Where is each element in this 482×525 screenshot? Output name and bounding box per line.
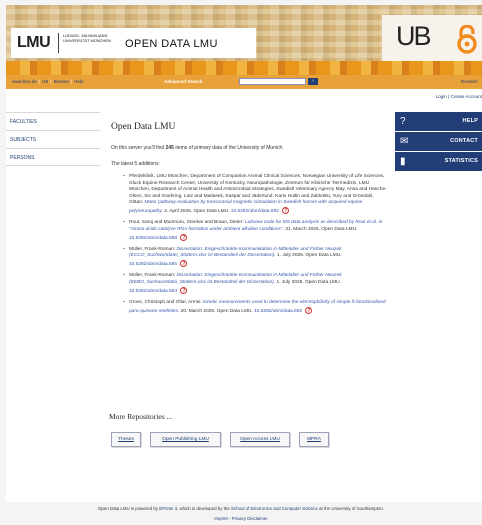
item-meta: 1. July 2025. Open Data LMU. [276, 280, 341, 286]
item-meta: 1. July 2025. Open Data LMU. [276, 253, 342, 259]
intro-suffix: items of primary data of the University … [173, 145, 284, 151]
sidebar-item-persons[interactable]: PERSONS [6, 148, 100, 166]
item-meta: 3. April 2025. Open Data LMU. [164, 208, 230, 214]
item-meta: 31. March 2025. Open Data LMU. [285, 226, 358, 232]
bullet: • [123, 220, 125, 226]
latest-items-list: • Pferdeklinik, LMU München, Department … [123, 174, 387, 320]
open-access-button[interactable]: Open Access LMU [230, 432, 290, 447]
privacy-link[interactable]: Privacy Disclaimer [232, 516, 268, 521]
sidebar-help-button[interactable]: ? HELP [395, 112, 482, 131]
create-account-link[interactable]: Create Account [451, 94, 482, 99]
footer-links: Imprint - Privacy Disclaimer [0, 516, 482, 521]
latest-label: The latest 5 additions: [111, 161, 160, 167]
right-sidebar: ? HELP ✉ CONTACT ▮ STATISTICS [395, 112, 482, 172]
imprint-link[interactable]: Imprint [214, 516, 227, 521]
help-icon: ? [400, 116, 406, 127]
more-repositories-title: More Repositories ... [109, 412, 173, 421]
help-label: HELP [462, 118, 478, 124]
item-authors: Rout, Saroj and Mumnuru, Sreekar and Bra… [129, 220, 244, 226]
search-button[interactable]: › [308, 78, 318, 85]
footer-middle: , which is developed by the [177, 506, 231, 511]
page: LMU Ludwig- Maximilians- Universität Mün… [6, 5, 482, 502]
theses-button[interactable]: Theses [111, 432, 141, 447]
lmu-logo-block[interactable]: LMU Ludwig- Maximilians- Universität Mün… [11, 28, 256, 58]
mpra-button[interactable]: MPRA [299, 432, 329, 447]
list-item: • Müller, Frank-Roman: Dissertation: Ein… [123, 273, 387, 295]
sidebar-item-subjects[interactable]: SUBJECTS [6, 130, 100, 148]
list-item: • Müller, Frank-Roman: Dissertation: Ein… [123, 246, 387, 269]
ub-logo[interactable]: UB [396, 21, 431, 52]
info-icon[interactable]: ? [180, 260, 188, 268]
sidebar-statistics-button[interactable]: ▮ STATISTICS [395, 152, 482, 171]
banner-orange-strip [6, 61, 482, 75]
contact-icon: ✉ [400, 136, 409, 147]
item-doi-link[interactable]: 10.5282/ubm/data.588 [129, 235, 177, 240]
footer-prefix: Open Data LMU is powered by [97, 506, 160, 511]
advanced-search-link[interactable]: Advanced Search [164, 79, 203, 84]
info-icon[interactable]: ? [180, 286, 188, 294]
language-link[interactable]: Deutsch [461, 79, 478, 84]
site-title[interactable]: OPEN DATA LMU [125, 38, 218, 50]
contact-label: CONTACT [450, 138, 478, 144]
lmu-logo-subtitle: Ludwig- Maximilians- Universität München [63, 33, 111, 43]
open-access-icon [457, 25, 477, 54]
list-item: • Gross, Christoph and Ofial, Armin: Kin… [123, 299, 387, 315]
nav-separator: | [70, 79, 73, 84]
nav-link-lmu[interactable]: www.lmu.de [12, 79, 37, 84]
top-links: www.lmu.de | UB | Browse | Help [12, 79, 84, 84]
nav-bar: www.lmu.de | UB | Browse | Help Advanced Searc… [6, 75, 482, 89]
item-doi-link[interactable]: 10.5282/ubm/data.582 [254, 308, 302, 313]
logo-divider [58, 33, 59, 53]
info-icon[interactable]: ? [180, 233, 188, 241]
item-count: 245 [165, 145, 174, 151]
sidebar-contact-button[interactable]: ✉ CONTACT [395, 132, 482, 151]
list-item: • Pferdeklinik, LMU München, Department … [123, 174, 387, 215]
footer-suffix: at the University of Southampton. [317, 506, 385, 511]
lmu-logo[interactable]: LMU [17, 34, 51, 52]
item-authors: Gross, Christoph and Ofial, Armin: [129, 299, 202, 305]
login-link[interactable]: Login [436, 94, 447, 99]
list-item: • Rout, Saroj and Mumnuru, Sreekar and B… [123, 220, 387, 242]
sidebar-item-faculties[interactable]: FACULTIES [6, 112, 100, 130]
item-doi-link[interactable]: 10.5282/ubm/data.584 [129, 288, 177, 293]
bullet: • [123, 246, 125, 252]
nav-link-ub[interactable]: UB [42, 79, 48, 84]
info-icon[interactable]: ? [305, 306, 313, 314]
nav-link-help[interactable]: Help [74, 79, 83, 84]
nav-separator: | [38, 79, 40, 84]
item-doi-link[interactable]: 10.5282/ubm/data.585 [129, 262, 177, 267]
ub-logo-block[interactable]: UB [382, 15, 482, 61]
nav-link-browse[interactable]: Browse [54, 79, 69, 84]
bullet: • [123, 174, 125, 179]
open-publishing-button[interactable]: Open Publishing LMU [150, 432, 221, 447]
eprints-link[interactable]: EPrints 3 [159, 506, 177, 511]
ecs-link[interactable]: School of Electronics and Computer Scien… [231, 506, 318, 511]
bullet: • [123, 299, 125, 305]
intro-text: On this server you'll find 245 items of … [111, 145, 391, 151]
item-meta: 20. March 2025. Open Data LMU. [180, 308, 253, 314]
left-sidebar: FACULTIES SUBJECTS PERSONS [6, 112, 100, 166]
account-links: Login | Create Account [436, 94, 482, 99]
statistics-icon: ▮ [400, 156, 406, 167]
item-authors: Müller, Frank-Roman: [129, 273, 176, 279]
statistics-label: STATISTICS [444, 158, 478, 164]
info-icon[interactable]: ? [282, 206, 290, 214]
intro-prefix: On this server you'll find [111, 145, 166, 151]
page-title: Open Data LMU [111, 122, 176, 132]
nav-separator: | [50, 79, 52, 84]
footer-credit: Open Data LMU is powered by EPrints 3, w… [0, 506, 482, 511]
search-input[interactable] [239, 78, 306, 85]
header-banner: LMU Ludwig- Maximilians- Universität Mün… [6, 5, 482, 75]
bullet: • [123, 273, 125, 279]
item-authors: Müller, Frank-Roman: [129, 246, 176, 252]
item-doi-link[interactable]: 10.5282/ubm/data.592 [231, 209, 279, 214]
